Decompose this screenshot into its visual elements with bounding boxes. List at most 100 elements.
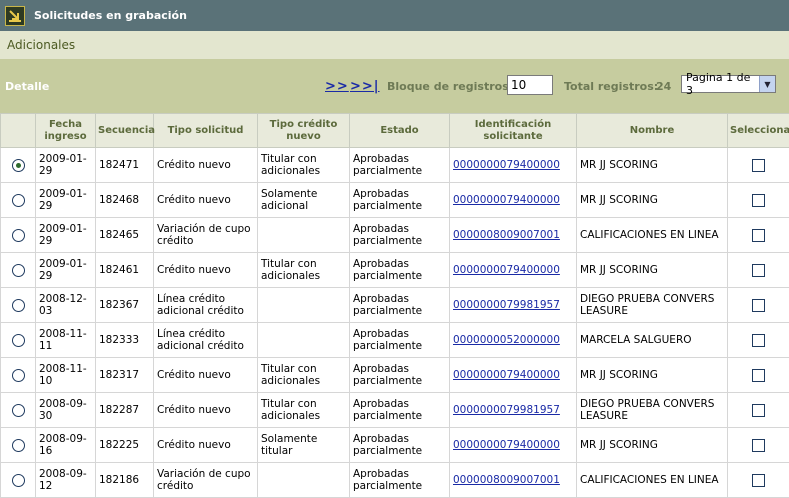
table-row[interactable]: 2009-01-29182471Crédito nuevoTitular con… [1,148,789,183]
cell-seleccionar[interactable] [728,148,789,183]
cell-tipo-solicitud: Línea crédito adicional crédito [154,323,258,358]
page-select-value: Pagina 1 de 3 [682,71,759,97]
row-radio-cell[interactable] [1,148,36,183]
table-row[interactable]: 2008-09-16182225Crédito nuevoSolamente t… [1,428,789,463]
identificacion-link[interactable]: 0000000079981957 [453,404,560,416]
cell-nombre: MR JJ SCORING [577,148,728,183]
row-select-checkbox[interactable] [752,439,765,452]
table-row[interactable]: 2008-11-10182317Crédito nuevoTitular con… [1,358,789,393]
row-select-checkbox[interactable] [752,404,765,417]
cell-nombre: MR JJ SCORING [577,428,728,463]
table-row[interactable]: 2009-01-29182465Variación de cupo crédit… [1,218,789,253]
row-select-checkbox[interactable] [752,474,765,487]
row-select-checkbox[interactable] [752,299,765,312]
cell-tipo-solicitud: Crédito nuevo [154,253,258,288]
cell-seleccionar[interactable] [728,358,789,393]
row-radio-cell[interactable] [1,253,36,288]
cell-tipo-credito: Titular con adicionales [258,393,350,428]
row-select-checkbox[interactable] [752,194,765,207]
cell-fecha: 2008-12-03 [36,288,96,323]
cell-seleccionar[interactable] [728,183,789,218]
row-select-checkbox[interactable] [752,159,765,172]
table-row[interactable]: 2009-01-29182468Crédito nuevoSolamente a… [1,183,789,218]
row-select-radio[interactable] [12,474,25,487]
block-size-label: Bloque de registros: [387,80,513,93]
identificacion-link[interactable]: 0000000079400000 [453,194,560,206]
cell-seleccionar[interactable] [728,393,789,428]
cell-secuencia: 182333 [96,323,154,358]
page-title: Solicitudes en grabación [34,9,187,22]
cell-tipo-solicitud: Crédito nuevo [154,148,258,183]
cell-estado: Aprobadas parcialmente [350,323,450,358]
cell-estado: Aprobadas parcialmente [350,148,450,183]
cell-tipo-credito: Titular con adicionales [258,253,350,288]
detail-label: Detalle [5,80,49,93]
table-row[interactable]: 2008-09-12182186Variación de cupo crédit… [1,463,789,498]
header-select-radio [1,114,36,148]
cell-seleccionar[interactable] [728,428,789,463]
cell-seleccionar[interactable] [728,463,789,498]
cell-seleccionar[interactable] [728,218,789,253]
row-select-radio[interactable] [12,194,25,207]
identificacion-link[interactable]: 0000000079981957 [453,299,560,311]
row-radio-cell[interactable] [1,218,36,253]
cell-nombre: CALIFICACIONES EN LINEA [577,218,728,253]
row-select-radio[interactable] [12,159,25,172]
row-radio-cell[interactable] [1,358,36,393]
row-radio-cell[interactable] [1,393,36,428]
cell-seleccionar[interactable] [728,323,789,358]
row-select-checkbox[interactable] [752,229,765,242]
table-row[interactable]: 2008-11-11182333Línea crédito adicional … [1,323,789,358]
row-select-checkbox[interactable] [752,264,765,277]
header-tipo-solicitud[interactable]: Tipo solicitud [154,114,258,148]
row-select-checkbox[interactable] [752,334,765,347]
cell-estado: Aprobadas parcialmente [350,358,450,393]
cell-seleccionar[interactable] [728,253,789,288]
header-secuencia[interactable]: Secuencia [96,114,154,148]
row-radio-cell[interactable] [1,323,36,358]
row-select-radio[interactable] [12,404,25,417]
identificacion-link[interactable]: 0000008009007001 [453,474,560,486]
table-row[interactable]: 2008-12-03182367Línea crédito adicional … [1,288,789,323]
identificacion-link[interactable]: 0000008009007001 [453,229,560,241]
row-radio-cell[interactable] [1,463,36,498]
page-select[interactable]: Pagina 1 de 3 ▼ [681,75,776,93]
cell-nombre: DIEGO PRUEBA CONVERS LEASURE [577,288,728,323]
header-identificacion[interactable]: Identificación solicitante [450,114,577,148]
header-nombre[interactable]: Nombre [577,114,728,148]
identificacion-link[interactable]: 0000000079400000 [453,159,560,171]
row-select-radio[interactable] [12,369,25,382]
header-fecha-ingreso[interactable]: Fecha ingreso [36,114,96,148]
identificacion-link[interactable]: 0000000052000000 [453,334,560,346]
cell-tipo-credito: Solamente adicional [258,183,350,218]
cell-tipo-credito [258,218,350,253]
next-page-link[interactable]: >> [325,79,349,94]
row-radio-cell[interactable] [1,288,36,323]
row-select-radio[interactable] [12,229,25,242]
header-estado[interactable]: Estado [350,114,450,148]
row-radio-cell[interactable] [1,183,36,218]
cell-seleccionar[interactable] [728,288,789,323]
row-radio-cell[interactable] [1,428,36,463]
cell-tipo-credito: Titular con adicionales [258,148,350,183]
identificacion-link[interactable]: 0000000079400000 [453,369,560,381]
row-select-radio[interactable] [12,299,25,312]
row-select-checkbox[interactable] [752,369,765,382]
row-select-radio[interactable] [12,334,25,347]
cell-tipo-solicitud: Crédito nuevo [154,183,258,218]
cell-secuencia: 182186 [96,463,154,498]
table-row[interactable]: 2008-09-30182287Crédito nuevoTitular con… [1,393,789,428]
header-tipo-credito-nuevo[interactable]: Tipo crédito nuevo [258,114,350,148]
cell-secuencia: 182317 [96,358,154,393]
cell-fecha: 2009-01-29 [36,253,96,288]
cell-nombre: CALIFICACIONES EN LINEA [577,463,728,498]
row-select-radio[interactable] [12,439,25,452]
identificacion-link[interactable]: 0000000079400000 [453,439,560,451]
row-select-radio[interactable] [12,264,25,277]
last-page-link[interactable]: >>| [350,79,380,94]
chevron-down-icon[interactable]: ▼ [759,76,775,92]
table-row[interactable]: 2009-01-29182461Crédito nuevoTitular con… [1,253,789,288]
block-size-input[interactable] [507,75,553,95]
identificacion-link[interactable]: 0000000079400000 [453,264,560,276]
section-title: Adicionales [7,38,75,52]
